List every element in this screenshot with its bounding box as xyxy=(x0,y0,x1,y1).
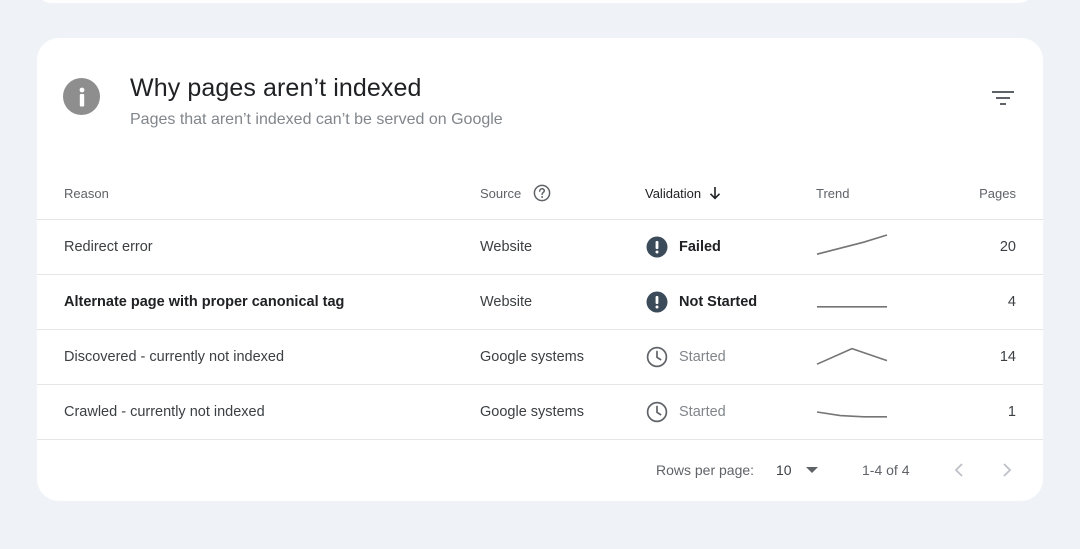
trend-line xyxy=(816,347,888,365)
validation-status: Failed xyxy=(679,239,721,255)
validation-status: Not Started xyxy=(679,294,758,310)
rows-per-page-value: 10 xyxy=(776,462,792,478)
filter-button[interactable] xyxy=(987,82,1019,114)
filter-icon xyxy=(992,91,1014,105)
source-cell: Google systems xyxy=(480,404,584,420)
reason-cell: Alternate page with proper canonical tag xyxy=(64,294,345,310)
trend-sparkline xyxy=(816,411,887,418)
reason-cell: Discovered - currently not indexed xyxy=(64,349,285,365)
source-cell: Website xyxy=(480,294,533,310)
trend-sparkline xyxy=(816,234,888,255)
rows-per-page-select[interactable]: 10 xyxy=(776,440,818,500)
dropdown-arrow-icon xyxy=(805,467,818,473)
card-title: Why pages aren’t indexed xyxy=(130,74,422,102)
column-header-source-label: Source xyxy=(480,185,522,201)
pages-cell: 4 xyxy=(1007,294,1016,310)
next-page-button[interactable] xyxy=(995,440,1019,500)
pages-cell: 20 xyxy=(999,239,1016,255)
table-row[interactable]: Discovered - currently not indexed Google… xyxy=(37,330,1043,385)
column-header-validation[interactable]: Validation xyxy=(645,166,721,220)
info-icon xyxy=(63,78,100,115)
trend-sparkline xyxy=(816,347,888,365)
table-row[interactable]: Redirect error Website Failed 20 xyxy=(37,220,1043,275)
clock-icon xyxy=(646,401,668,423)
previous-page-button[interactable] xyxy=(947,440,971,500)
source-cell: Google systems xyxy=(480,349,584,365)
validation-cell: Started xyxy=(646,385,726,439)
card-subtitle: Pages that aren’t indexed can’t be serve… xyxy=(130,111,503,128)
reason-cell: Crawled - currently not indexed xyxy=(64,404,265,420)
column-header-reason: Reason xyxy=(64,185,109,201)
column-header-trend: Trend xyxy=(816,185,850,201)
previous-card xyxy=(37,0,1033,3)
table-row[interactable]: Alternate page with proper canonical tag… xyxy=(37,275,1043,330)
validation-cell: Failed xyxy=(646,220,721,274)
pagination-footer: Rows per page: 10 1-4 of 4 xyxy=(37,440,1043,500)
validation-status: Started xyxy=(679,349,726,365)
alert-icon xyxy=(646,291,668,313)
chevron-left-icon xyxy=(954,463,963,477)
trend-line xyxy=(816,411,887,418)
pagination-range: 1-4 of 4 xyxy=(862,462,910,478)
why-not-indexed-card: Why pages aren’t indexed Pages that aren… xyxy=(37,38,1043,501)
alert-icon xyxy=(646,236,668,258)
help-icon[interactable] xyxy=(533,184,551,202)
pages-cell: 1 xyxy=(1007,404,1016,420)
column-header-source: Source xyxy=(480,166,551,220)
validation-cell: Not Started xyxy=(646,275,757,329)
rows-per-page-label: Rows per page: xyxy=(656,462,755,478)
clock-icon xyxy=(646,346,668,368)
source-cell: Website xyxy=(480,239,533,255)
trend-sparkline xyxy=(817,305,887,308)
table-row[interactable]: Crawled - currently not indexed Google sy… xyxy=(37,385,1043,440)
validation-status: Started xyxy=(679,404,726,420)
column-header-validation-label: Validation xyxy=(645,185,702,201)
validation-cell: Started xyxy=(646,330,726,384)
column-header-pages: Pages xyxy=(979,185,1016,201)
trend-line xyxy=(816,234,888,255)
arrow-down-icon xyxy=(710,187,721,200)
pages-cell: 14 xyxy=(999,349,1016,365)
reason-cell: Redirect error xyxy=(64,239,153,255)
table-header: Reason Source Validation Trend Pages xyxy=(37,166,1043,220)
chevron-right-icon xyxy=(1003,463,1012,477)
